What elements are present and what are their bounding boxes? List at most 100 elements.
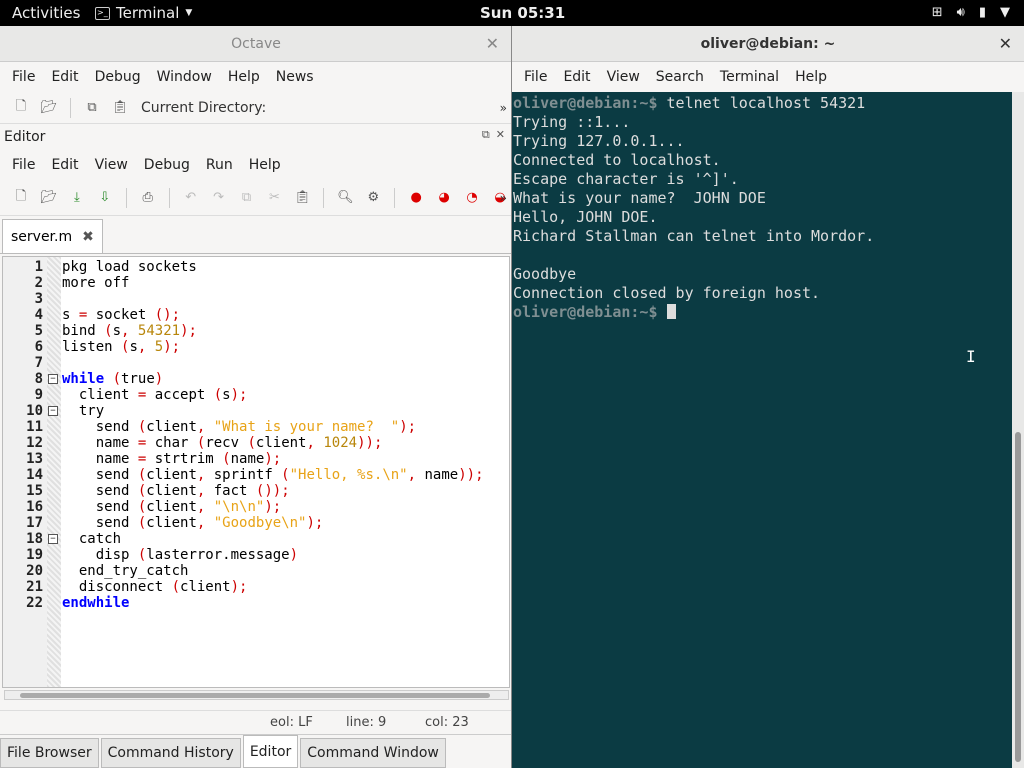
run-icon[interactable]: ⚙	[362, 187, 384, 209]
code-text: more off	[62, 275, 130, 291]
line-number: 22	[26, 595, 43, 611]
code-line: 1 pkg load sockets	[3, 259, 509, 275]
menu-window[interactable]: Window	[149, 69, 220, 85]
tab-editor[interactable]: Editor	[242, 735, 299, 768]
vertical-scrollbar[interactable]	[1012, 92, 1024, 768]
clock[interactable]: Sun 05:31	[480, 4, 565, 22]
term-menu-edit[interactable]: Edit	[555, 69, 598, 85]
term-menu-file[interactable]: File	[516, 69, 555, 85]
paste-icon[interactable]: 📋︎	[109, 97, 131, 119]
horizontal-scrollbar[interactable]	[4, 690, 509, 700]
editor-menu-help[interactable]: Help	[241, 157, 289, 173]
code-line: 21 disconnect (client);	[3, 579, 509, 595]
fold-toggle-icon[interactable]: −	[48, 406, 58, 416]
editor-menu-run[interactable]: Run	[198, 157, 241, 173]
terminal-output-line: Escape character is '^]'.	[513, 170, 739, 188]
find-icon[interactable]: 🔍︎	[334, 187, 356, 209]
terminal-titlebar[interactable]: oliver@debian: ~ ✕	[512, 26, 1024, 62]
code-text: disp (lasterror.message)	[62, 547, 299, 563]
code-line: 15 send (client, fact ());	[3, 483, 509, 499]
menu-debug[interactable]: Debug	[87, 69, 149, 85]
copy-icon[interactable]: ⧉	[236, 187, 258, 209]
window-title: Octave	[231, 36, 281, 52]
redo-icon[interactable]: ↷	[208, 187, 230, 209]
menu-news[interactable]: News	[268, 69, 322, 85]
fold-toggle-icon[interactable]: −	[48, 374, 58, 384]
activities-button[interactable]: Activities	[12, 4, 80, 22]
menu-help[interactable]: Help	[220, 69, 268, 85]
ibeam-cursor-icon: I	[966, 347, 976, 366]
term-menu-search[interactable]: Search	[648, 69, 712, 85]
line-number: 18	[26, 531, 43, 547]
editor-menu-file[interactable]: File	[4, 157, 43, 173]
previous-breakpoint-icon[interactable]: ◔	[461, 187, 483, 209]
line-number: 4	[34, 307, 43, 323]
fold-toggle-icon[interactable]: −	[48, 534, 58, 544]
save-as-icon[interactable]: ⇩	[94, 187, 116, 209]
paste-icon[interactable]: 📋︎	[291, 187, 313, 209]
line-number: 14	[26, 467, 43, 483]
open-folder-icon[interactable]: 📂︎	[38, 97, 60, 119]
system-tray[interactable]: ⊞ 🔊︎ ▮ ▼	[932, 5, 1010, 20]
tab-command-window[interactable]: Command Window	[300, 738, 446, 768]
menu-edit[interactable]: Edit	[43, 69, 86, 85]
save-icon[interactable]: ⤓	[66, 187, 88, 209]
next-breakpoint-icon[interactable]: ◕	[433, 187, 455, 209]
code-line: 6 listen (s, 5);	[3, 339, 509, 355]
code-text: name = strtrim (name);	[62, 451, 282, 467]
close-icon[interactable]: ✖	[82, 229, 94, 245]
line-number: 19	[26, 547, 43, 563]
tab-file-browser[interactable]: File Browser	[0, 738, 99, 768]
octave-menubar: File Edit Debug Window Help News	[0, 62, 511, 92]
active-prompt-line: oliver@debian:~$	[513, 303, 1012, 322]
editor-menu-edit[interactable]: Edit	[43, 157, 86, 173]
print-icon[interactable]: ⎙	[137, 187, 159, 209]
tab-command-history[interactable]: Command History	[100, 738, 241, 768]
col-status: col: 23	[425, 715, 469, 730]
code-line: 4 s = socket ();	[3, 307, 509, 323]
octave-titlebar[interactable]: Octave ✕	[0, 26, 511, 62]
code-text: while (true)	[62, 371, 164, 387]
new-file-icon[interactable]: 🗋	[10, 97, 32, 119]
code-text: send (client, sprintf ("Hello, %s.\n", n…	[62, 467, 484, 483]
breakpoint-icon[interactable]: ●	[405, 187, 427, 209]
app-menu[interactable]: >_ Terminal ▼	[95, 4, 192, 22]
chevron-down-icon: ▼	[185, 8, 193, 18]
editor-menu-view[interactable]: View	[87, 157, 136, 173]
menu-file[interactable]: File	[4, 69, 43, 85]
file-tab[interactable]: server.m ✖	[2, 219, 103, 253]
text-cursor	[666, 304, 676, 319]
editor-menu-debug[interactable]: Debug	[136, 157, 198, 173]
line-number: 9	[34, 387, 43, 403]
term-menu-help[interactable]: Help	[787, 69, 835, 85]
code-text: try	[62, 403, 105, 419]
undock-icon[interactable]: ⧉	[482, 128, 490, 142]
prompt: oliver@debian:~$	[513, 94, 658, 112]
terminal-menubar: File Edit View Search Terminal Help	[512, 62, 1024, 92]
term-menu-terminal[interactable]: Terminal	[712, 69, 787, 85]
terminal-output[interactable]: oliver@debian:~$ telnet localhost 54321 …	[512, 92, 1012, 768]
open-folder-icon[interactable]: 📂︎	[38, 187, 60, 209]
new-file-icon[interactable]: 🗋	[10, 187, 32, 209]
code-line: 7	[3, 355, 509, 371]
line-number: 2	[34, 275, 43, 291]
close-icon[interactable]: ✕	[496, 128, 505, 142]
code-line: 22 endwhile	[3, 595, 509, 611]
code-text: disconnect (client);	[62, 579, 248, 595]
close-icon[interactable]: ✕	[999, 34, 1012, 53]
undo-icon[interactable]: ↶	[180, 187, 202, 209]
terminal-output-line: Hello, JOHN DOE.	[513, 208, 658, 226]
code-editor[interactable]: 1 pkg load sockets 2 more off 3 4 s = socket (…	[2, 256, 510, 688]
close-icon[interactable]: ✕	[486, 34, 499, 53]
term-menu-view[interactable]: View	[599, 69, 648, 85]
copy-icon[interactable]: ⧉	[81, 97, 103, 119]
code-text: end_try_catch	[62, 563, 189, 579]
code-text: send (client, "Goodbye\n");	[62, 515, 324, 531]
code-line: 14 send (client, sprintf ("Hello, %s.\n"…	[3, 467, 509, 483]
code-line: 20 end_try_catch	[3, 563, 509, 579]
cut-icon[interactable]: ✂	[264, 187, 286, 209]
more-icon[interactable]: »	[500, 101, 507, 115]
more-icon[interactable]: »	[500, 191, 507, 205]
code-text: bind (s, 54321);	[62, 323, 197, 339]
top-bar: Activities >_ Terminal ▼ Sun 05:31 ⊞ 🔊︎ …	[0, 0, 1024, 26]
